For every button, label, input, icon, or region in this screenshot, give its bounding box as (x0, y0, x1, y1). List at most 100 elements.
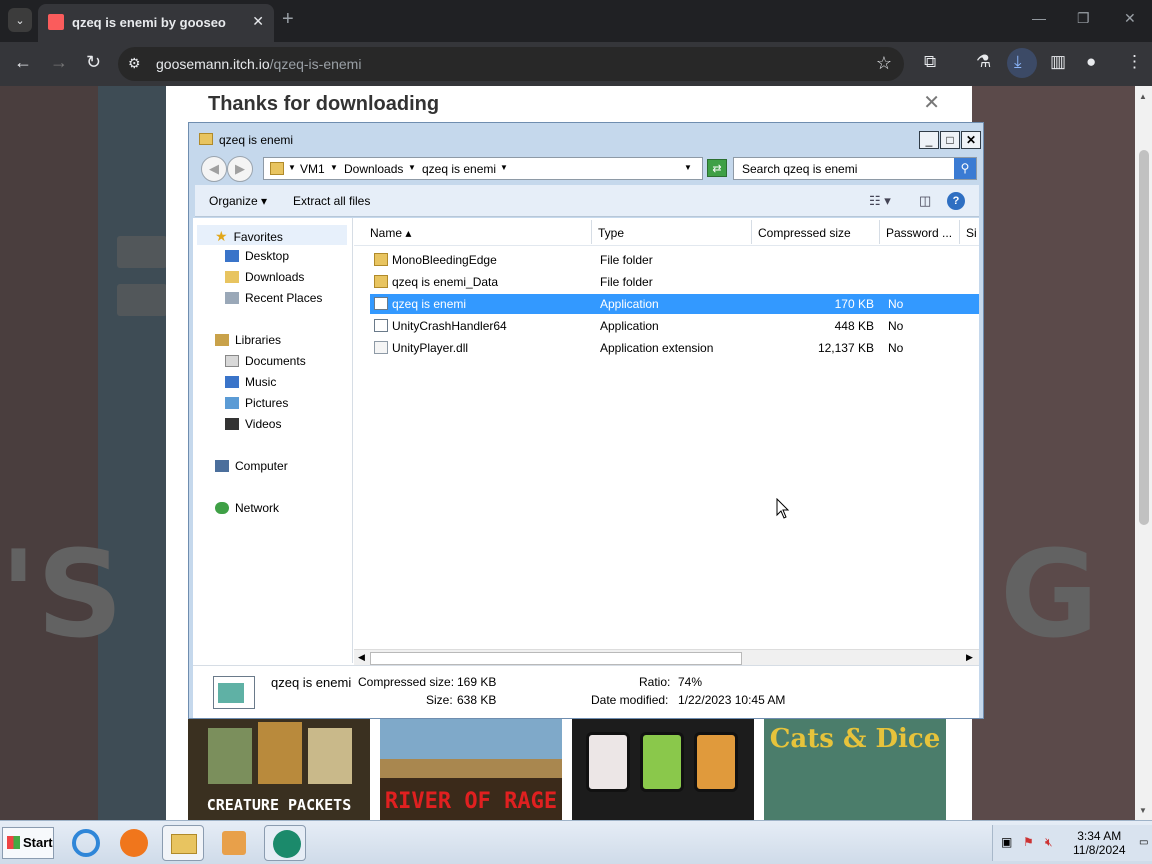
column-header-name[interactable]: Name ▴ (364, 220, 592, 244)
column-header-password[interactable]: Password ... (880, 220, 960, 244)
file-type: Application (600, 297, 659, 311)
back-arrow-icon[interactable]: ◀ (201, 156, 227, 182)
labs-flask-icon[interactable]: ⚗ (976, 52, 991, 72)
maximize-button[interactable]: □ (940, 131, 960, 149)
app-taskbar-icon[interactable] (264, 825, 306, 861)
volume-muted-icon[interactable]: 🔇︎ (1045, 835, 1053, 850)
table-row-selected[interactable]: qzeq is enemi Application 170 KB No (370, 294, 979, 314)
column-header-type[interactable]: Type (592, 220, 752, 244)
new-tab-icon[interactable]: + (282, 8, 294, 31)
breadcrumb-item[interactable]: Downloads (344, 162, 403, 176)
show-desktop-icon[interactable]: ▭ (1139, 837, 1148, 848)
view-options-icon[interactable]: ☷ ▾ (869, 193, 891, 209)
nav-favorites[interactable]: ★ Favorites (215, 228, 283, 245)
close-window-icon[interactable]: ✕ (1124, 10, 1136, 27)
game-thumb-creature-packets[interactable]: CREATURE PACKETS (188, 718, 370, 820)
game-title: RIVER OF RAGE (384, 789, 558, 814)
address-dropdown-icon[interactable]: ▼ (684, 163, 692, 172)
game-thumb-river-of-rage[interactable]: RIVER OF RAGE (380, 718, 562, 820)
internet-explorer-icon[interactable] (66, 825, 108, 861)
application-icon (213, 676, 255, 709)
tab-search-chevron-icon[interactable]: ⌄ (8, 8, 32, 32)
back-icon[interactable]: ← (14, 52, 32, 73)
bg-decoration: 'S (0, 526, 124, 665)
download-button-bg[interactable] (117, 284, 167, 316)
chevron-down-icon[interactable]: ▼ (288, 163, 296, 172)
chevron-down-icon[interactable]: ▼ (408, 163, 416, 172)
breadcrumb-item[interactable]: qzeq is enemi (422, 162, 496, 176)
nav-music[interactable]: Music (225, 375, 276, 389)
clock-time: 3:34 AM (1077, 829, 1122, 843)
close-button[interactable]: ✕ (961, 131, 981, 149)
firefox-icon[interactable] (114, 825, 156, 861)
minimize-button[interactable]: _ (919, 131, 939, 149)
browser-tab-active[interactable]: qzeq is enemi by gooseo ✕ (38, 4, 274, 42)
table-row[interactable]: UnityCrashHandler64 Application 448 KB N… (370, 316, 979, 336)
table-row[interactable]: qzeq is enemi_Data File folder (370, 272, 979, 292)
modal-close-icon[interactable]: ✕ (923, 90, 940, 115)
nav-computer[interactable]: Computer (215, 459, 288, 473)
nav-downloads[interactable]: Downloads (225, 270, 304, 284)
profile-avatar-icon[interactable]: ● (1086, 52, 1096, 72)
file-password: No (888, 341, 904, 355)
download-icon: ⤓ (1014, 52, 1022, 71)
breadcrumb-item[interactable]: VM1 (300, 162, 325, 176)
nav-pictures[interactable]: Pictures (225, 396, 288, 410)
minimize-icon[interactable]: — (1032, 10, 1046, 26)
page-scrollbar[interactable]: ▲ ▼ (1135, 86, 1152, 820)
nav-network[interactable]: Network (215, 501, 279, 515)
side-panel-icon[interactable]: ▥ (1050, 52, 1066, 72)
column-header-size[interactable]: Si (960, 220, 979, 244)
horizontal-scrollbar[interactable]: ◀ ▶ (354, 649, 979, 666)
table-row[interactable]: MonoBleedingEdge File folder (370, 250, 979, 270)
taskbar: Start ▣ ⚑ 🔇︎ 3:34 AM 11/8/2024 ▭ (0, 820, 1152, 864)
forward-icon[interactable]: → (50, 52, 68, 73)
explorer-taskbar-icon[interactable] (162, 825, 204, 861)
media-player-icon[interactable] (212, 825, 254, 861)
bookmark-star-icon[interactable]: ☆ (876, 53, 892, 74)
extensions-icon[interactable]: ⧉ (924, 52, 936, 72)
reload-icon[interactable]: ↻ (86, 52, 101, 73)
action-center-icon[interactable]: ⚑ (1023, 835, 1034, 849)
scroll-left-icon[interactable]: ◀ (358, 652, 365, 663)
navigation-pane: ★ Favorites Desktop Downloads Recent Plac… (193, 218, 353, 663)
dll-icon (374, 341, 388, 354)
column-header-compressed-size[interactable]: Compressed size (752, 220, 880, 244)
nav-recent-places[interactable]: Recent Places (225, 291, 322, 305)
address-bar[interactable]: ⚙ goosemann.itch.io/qzeq-is-enemi ☆ (118, 47, 904, 81)
nav-desktop[interactable]: Desktop (225, 249, 289, 263)
restore-icon[interactable]: ❐ (1077, 10, 1090, 27)
clock[interactable]: 3:34 AM 11/8/2024 (1073, 829, 1126, 857)
preview-pane-icon[interactable]: ◫ (919, 193, 931, 209)
extract-all-button[interactable]: Extract all files (293, 194, 370, 208)
search-input[interactable]: Search qzeq is enemi ⚲ (733, 157, 977, 180)
nav-documents[interactable]: Documents (225, 354, 306, 368)
nav-libraries[interactable]: Libraries (215, 333, 281, 347)
explorer-title-bar[interactable]: qzeq is enemi _ □ ✕ (195, 125, 981, 153)
downloads-button[interactable] (1007, 48, 1037, 78)
site-info-icon[interactable]: ⚙ (128, 55, 141, 72)
help-icon[interactable]: ? (947, 192, 965, 210)
chevron-down-icon[interactable]: ▼ (330, 163, 338, 172)
menu-kebab-icon[interactable]: ⋮ (1126, 52, 1143, 72)
forward-arrow-icon[interactable]: ▶ (227, 156, 253, 182)
refresh-icon[interactable]: ⇄ (707, 159, 727, 177)
chevron-down-icon[interactable]: ▼ (500, 163, 508, 172)
address-breadcrumb[interactable]: ▼ VM1 ▼ Downloads ▼ qzeq is enemi ▼ ▼ (263, 157, 703, 180)
download-button-bg[interactable] (117, 236, 167, 268)
nav-videos[interactable]: Videos (225, 417, 281, 431)
organize-button[interactable]: Organize ▾ (209, 194, 267, 208)
table-row[interactable]: UnityPlayer.dll Application extension 12… (370, 338, 979, 358)
tab-close-icon[interactable]: ✕ (252, 13, 264, 30)
search-icon[interactable]: ⚲ (954, 158, 976, 179)
scroll-right-icon[interactable]: ▶ (966, 652, 973, 663)
date-modified-value: 1/22/2023 10:45 AM (678, 693, 786, 707)
scroll-thumb[interactable] (370, 652, 742, 665)
file-name: qzeq is enemi (392, 297, 467, 311)
network-tray-icon[interactable]: ▣ (1001, 835, 1012, 849)
scroll-thumb[interactable] (1139, 150, 1149, 525)
start-button[interactable]: Start (2, 827, 54, 859)
game-thumb-bottles[interactable] (572, 718, 754, 820)
file-size: 12,137 KB (817, 341, 874, 355)
game-thumb-cats-and-dice[interactable]: Cats & Dice (764, 718, 946, 820)
